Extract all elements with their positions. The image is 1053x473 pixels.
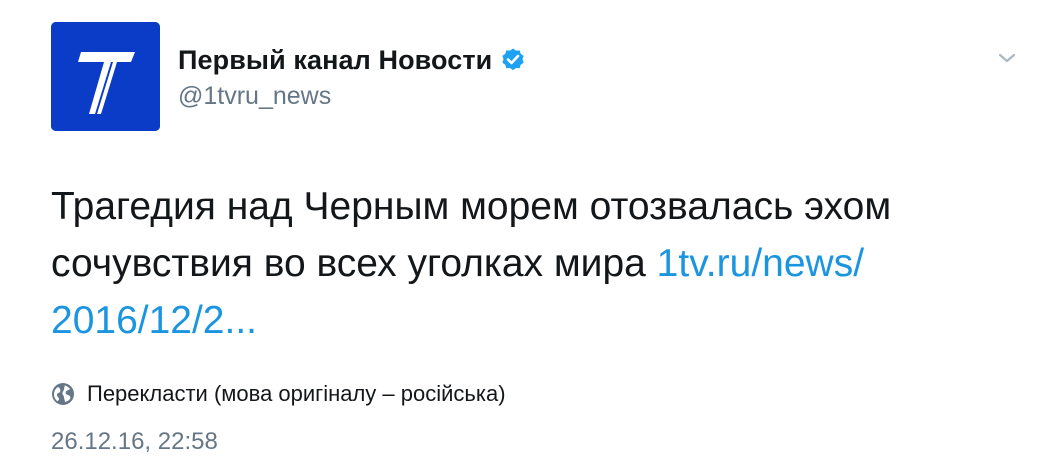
author-block: Первый канал Новости @1tvru_news xyxy=(178,40,526,111)
author-name-row: Первый канал Новости xyxy=(178,40,526,80)
tweet-link-part2: 2016/12/2... xyxy=(51,299,258,342)
chevron-down-icon[interactable] xyxy=(994,48,1020,68)
globe-icon xyxy=(51,382,75,406)
avatar[interactable] xyxy=(51,22,160,131)
verified-badge-icon xyxy=(500,47,526,73)
translate-label: Перекласти (мова оригіналу – російська) xyxy=(87,381,506,406)
author-name[interactable]: Первый канал Новости xyxy=(178,45,492,76)
translate-button[interactable]: Перекласти (мова оригіналу – російська) xyxy=(51,381,506,407)
channel-one-logo xyxy=(51,22,160,131)
tweet-link-part1: 1tv.ru/news/ xyxy=(656,242,865,285)
tweet-text: Трагедия над Черным морем отозвалась эхо… xyxy=(51,178,1011,349)
author-handle[interactable]: @1tvru_news xyxy=(178,82,526,111)
tweet-timestamp[interactable]: 26.12.16, 22:58 xyxy=(51,428,218,456)
